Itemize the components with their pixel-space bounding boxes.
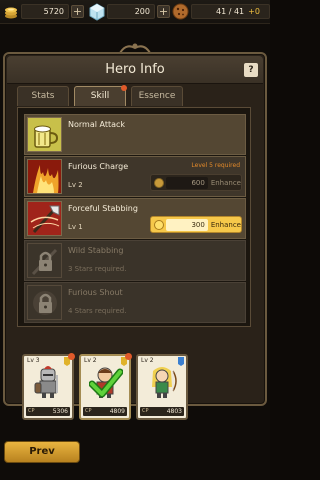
help-button[interactable]: ?	[244, 63, 258, 77]
cp-label: CP	[85, 408, 92, 414]
notification-dot	[121, 85, 127, 91]
skill-row-normal-attack[interactable]: Normal Attack	[24, 114, 246, 155]
stamina-pill: 41 / 41 +0	[191, 4, 270, 19]
notification-dot	[125, 353, 132, 360]
cp-value: 4803	[166, 408, 182, 415]
beer-mug-icon	[27, 117, 62, 152]
skill-level: Lv 2	[68, 181, 83, 189]
enhance-button[interactable]: 300 Enhance	[150, 216, 242, 233]
knight-portrait-icon	[34, 366, 58, 398]
gem-amount: 200	[107, 4, 155, 19]
gold-coin-icon	[154, 177, 164, 188]
locked-skill-icon	[27, 243, 62, 278]
enhance-cost: 600	[165, 176, 208, 189]
tab-skill-label: Skill	[90, 91, 110, 101]
skill-name: Normal Attack	[68, 120, 126, 129]
fire-claw-icon	[27, 159, 62, 194]
hero-cp-bar: CP 5306	[26, 407, 70, 416]
cp-value: 4809	[109, 408, 125, 415]
skill-list: Normal Attack Furious Charge Lv 2 Level …	[17, 107, 251, 327]
spear-slash-icon	[27, 201, 62, 236]
gold-coins-icon	[5, 7, 17, 18]
prev-button[interactable]: Prev	[4, 441, 80, 463]
hero-info-screen: 5720 + 200 + 41 / 41 +0 Hero Info ? Stat…	[0, 0, 270, 480]
hero-card-selected[interactable]: Lv 2 CP 4809	[79, 353, 132, 420]
skill-name: Furious Shout	[68, 288, 123, 297]
hero-card-archer[interactable]: Lv 2 CP 4803	[136, 354, 188, 420]
add-gems-button[interactable]: +	[157, 5, 170, 18]
hero-card-knight[interactable]: Lv 3 CP 5306	[22, 353, 75, 420]
cookie-icon	[172, 3, 189, 20]
skill-row-furious-shout[interactable]: Furious Shout 4 Stars required.	[24, 282, 246, 323]
stamina-amount: 41 / 41	[216, 7, 245, 16]
enhance-label: Enhance	[210, 220, 241, 229]
skill-row-wild-stabbing[interactable]: Wild Stabbing 3 Stars required.	[24, 240, 246, 281]
notification-dot	[68, 353, 75, 360]
skill-row-furious-charge[interactable]: Furious Charge Lv 2 Level 5 required 600…	[24, 156, 246, 197]
skill-name: Wild Stabbing	[68, 246, 124, 255]
cp-value: 5306	[52, 408, 68, 415]
tab-skill[interactable]: Skill	[74, 85, 127, 106]
hero-cp-bar: CP 4803	[140, 407, 184, 416]
archer-portrait-icon	[152, 367, 177, 398]
enhance-label: Enhance	[210, 178, 241, 187]
skill-name: Furious Charge	[68, 162, 129, 171]
add-gold-button[interactable]: +	[71, 5, 84, 18]
window-title-text: Hero Info	[105, 62, 165, 77]
enhance-cost: 300	[165, 218, 208, 231]
skill-requirement: Level 5 required	[191, 162, 240, 169]
skill-level: Lv 1	[68, 223, 83, 231]
resource-bar: 5720 + 200 + 41 / 41 +0	[0, 0, 270, 24]
skill-row-forceful-stabbing[interactable]: Forceful Stabbing Lv 1 300 Enhance	[24, 198, 246, 239]
gold-coin-icon	[154, 219, 164, 230]
hero-level: Lv 2	[141, 357, 154, 364]
locked-skill-icon	[27, 285, 62, 320]
gold-amount: 5720	[21, 4, 69, 19]
skill-requirement: 4 Stars required.	[68, 307, 127, 315]
stamina-bonus: +0	[248, 7, 260, 16]
gem-resource: 200 +	[88, 2, 170, 21]
hero-level: Lv 2	[84, 357, 97, 364]
tab-essence[interactable]: Essence	[131, 86, 183, 106]
tab-stats[interactable]: Stats	[17, 86, 69, 106]
enhance-button-disabled[interactable]: 600 Enhance	[150, 174, 242, 191]
skill-name: Forceful Stabbing	[68, 204, 138, 213]
cp-label: CP	[28, 408, 35, 414]
selected-checkmark-icon	[89, 368, 123, 398]
stamina-resource: 41 / 41 +0	[172, 3, 270, 20]
gold-resource: 5720 +	[3, 3, 84, 20]
skill-requirement: 3 Stars required.	[68, 265, 127, 273]
cp-label: CP	[142, 408, 149, 414]
ice-cube-icon	[89, 2, 105, 21]
hero-level: Lv 3	[27, 357, 40, 364]
window-title: Hero Info ?	[7, 56, 263, 84]
hero-cp-bar: CP 4809	[83, 407, 127, 416]
